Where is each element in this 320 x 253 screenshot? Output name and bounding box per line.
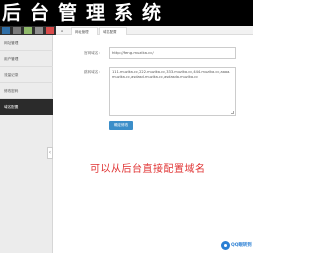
sidebar-item-url-management[interactable]: 网址管理 — [0, 35, 53, 51]
theme-swatch[interactable] — [2, 27, 10, 34]
theme-swatch[interactable] — [24, 27, 32, 34]
watermark: QQ眼转到 — [221, 239, 253, 253]
theme-swatches — [0, 26, 56, 35]
annotation-text: 可以从后台直接配置域名 — [90, 164, 206, 175]
domains-field-label: 跳转域名： — [84, 70, 102, 74]
page-title: 后台管理系统 — [0, 0, 253, 26]
tab-bar: ⌂ 网址管理 域名配置 — [56, 26, 253, 35]
home-icon: ⌂ — [61, 29, 64, 33]
watermark-text: QQ眼转到 — [231, 243, 252, 248]
url-field[interactable]: http://feng.muzika.cc/ — [109, 47, 236, 59]
tab-label: 域名配置 — [103, 30, 117, 34]
sidebar-item-change-password[interactable]: 修改密码 — [0, 83, 53, 99]
domains-textarea[interactable]: 111.muzika.cc,222.muzika.cc,333.muzika.c… — [109, 67, 236, 116]
tab-url-management[interactable]: 网址管理 — [71, 27, 98, 35]
submit-button[interactable]: 确定修改 — [109, 121, 133, 130]
domains-text: 111.muzika.cc,222.muzika.cc,333.muzika.c… — [112, 70, 231, 79]
url-field-label: 官网域名： — [84, 51, 102, 55]
chevron-left-icon: ‹ — [48, 149, 52, 156]
sidebar-item-user-management[interactable]: 用户管理 — [0, 51, 53, 67]
sidebar: 网址管理 用户管理 流量记录 修改密码 域名配置 — [0, 35, 53, 253]
tab-label: 网址管理 — [75, 30, 89, 34]
watermark-logo-icon — [221, 241, 230, 250]
theme-swatch[interactable] — [46, 27, 54, 34]
tab-home[interactable]: ⌂ — [58, 27, 66, 35]
sidebar-collapse-handle[interactable]: ‹ — [47, 147, 53, 159]
sidebar-item-domain-config[interactable]: 域名配置 — [0, 99, 53, 115]
theme-swatch[interactable] — [35, 27, 43, 34]
resize-grip-icon[interactable] — [231, 111, 234, 114]
tab-domain-config[interactable]: 域名配置 — [99, 27, 127, 35]
theme-swatch[interactable] — [13, 27, 21, 34]
sidebar-item-traffic-records[interactable]: 流量记录 — [0, 67, 53, 83]
